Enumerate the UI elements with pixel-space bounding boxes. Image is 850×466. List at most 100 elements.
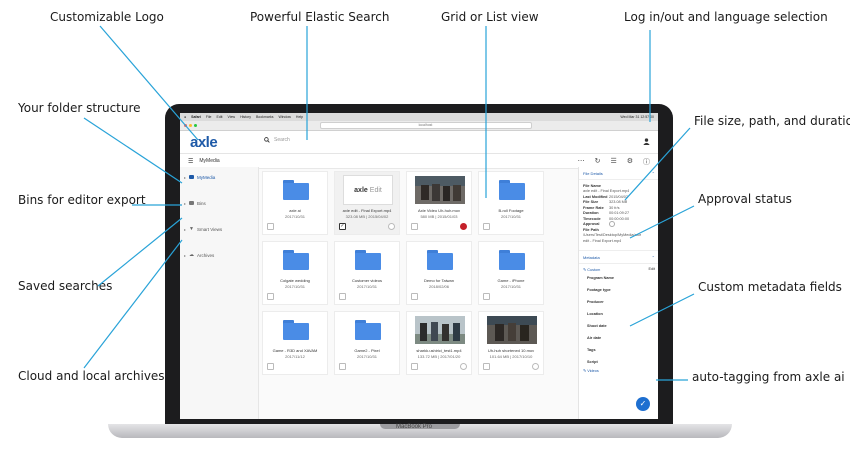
select-checkbox[interactable]: ✓ bbox=[339, 223, 346, 230]
tile-meta: 2017/10/31 bbox=[356, 284, 378, 289]
approval-status-icon[interactable] bbox=[532, 363, 539, 370]
callout-grid-list: Grid or List view bbox=[441, 10, 539, 24]
grid-tile[interactable]: axle Edit axle edit - Final Export.mp4 32… bbox=[334, 171, 400, 235]
grid-tile[interactable]: Customer videos 2017/10/31 bbox=[334, 241, 400, 305]
mac-menu-bar: ● Safari File Edit View History Bookmark… bbox=[180, 113, 658, 121]
grid-tile[interactable]: B-roll Footage 2017/10/31 bbox=[478, 171, 544, 235]
metadata-field[interactable]: Shoot date bbox=[579, 320, 658, 332]
address-bar[interactable]: localhost bbox=[319, 122, 532, 129]
tile-meta: 2017/10/31 bbox=[284, 284, 306, 289]
grid-tile[interactable]: axle ai 2017/10/31 bbox=[262, 171, 328, 235]
menu-view[interactable]: View bbox=[228, 115, 236, 119]
menu-window[interactable]: Window bbox=[278, 115, 290, 119]
select-checkbox[interactable] bbox=[483, 363, 490, 370]
chevron-up-icon[interactable]: ⌃ bbox=[652, 255, 655, 260]
grid-tile[interactable]: Game2 - Pixel 2017/10/31 bbox=[334, 311, 400, 375]
approval-status-icon[interactable] bbox=[460, 223, 467, 230]
chevron-right-icon[interactable]: ▸ bbox=[184, 175, 186, 180]
auto-tag-button[interactable]: ✓ bbox=[636, 397, 650, 411]
video-thumbnail: axle Edit bbox=[343, 175, 393, 205]
grid-tile[interactable]: Uh-huh shortened 10.mov 101.64 MB | 2017… bbox=[478, 311, 544, 375]
settings-gear-icon[interactable]: ⚙ bbox=[627, 157, 633, 167]
toolbar-actions: ⋯ ↻ ☰ ⚙ ⓘ bbox=[578, 157, 650, 167]
pencil-icon: ✎ bbox=[583, 369, 587, 374]
sidebar-item-bins[interactable]: ▸ Bins bbox=[180, 199, 258, 207]
select-checkbox[interactable] bbox=[339, 363, 346, 370]
callout-approval: Approval status bbox=[698, 192, 792, 206]
thumb-subtext: Edit bbox=[369, 186, 382, 194]
zoom-window-icon[interactable] bbox=[194, 124, 197, 127]
metadata-field[interactable]: Producer bbox=[579, 296, 658, 308]
metadata-field[interactable]: Location bbox=[579, 308, 658, 320]
breadcrumb[interactable]: MyMedia bbox=[199, 158, 219, 164]
select-checkbox[interactable] bbox=[339, 293, 346, 300]
sidebar-item-archives[interactable]: ▸ ☁ Archives bbox=[180, 251, 258, 259]
select-checkbox[interactable] bbox=[267, 293, 274, 300]
select-checkbox[interactable] bbox=[483, 223, 490, 230]
tile-meta: 133.72 MB | 2017/01/20 bbox=[417, 354, 461, 359]
close-window-icon[interactable] bbox=[184, 124, 187, 127]
menu-bookmarks[interactable]: Bookmarks bbox=[256, 115, 274, 119]
detail-value: 323.08 MB bbox=[609, 200, 628, 205]
menu-edit[interactable]: Edit bbox=[217, 115, 223, 119]
menu-app-name[interactable]: Safari bbox=[191, 115, 201, 119]
grid-tile[interactable]: Game - iPhone 2017/10/31 bbox=[478, 241, 544, 305]
info-icon[interactable]: ⓘ bbox=[643, 157, 650, 167]
grid-tile[interactable]: sharkk.ushirici_test1.mp4 133.72 MB | 20… bbox=[406, 311, 472, 375]
custom-tab[interactable]: ✎ Custom bbox=[583, 267, 600, 272]
metadata-field[interactable]: Tags bbox=[579, 344, 658, 356]
tile-name: Demo for Taiwan bbox=[424, 278, 454, 283]
list-view-icon[interactable]: ☰ bbox=[610, 157, 616, 167]
select-checkbox[interactable] bbox=[411, 363, 418, 370]
tile-name: Game2 - Pixel bbox=[354, 348, 380, 353]
sidebar-item-label: Archives bbox=[197, 252, 215, 258]
more-options-icon[interactable]: ⋯ bbox=[578, 157, 585, 167]
sidebar-item-smart-views[interactable]: ▸ ▼ Smart Views bbox=[180, 225, 258, 233]
axle-logo[interactable]: axle bbox=[190, 134, 218, 151]
tile-name: Uh-huh shortened 10.mov bbox=[487, 348, 535, 353]
metadata-header[interactable]: Metadata ⌃ bbox=[579, 249, 658, 264]
hamburger-menu-icon[interactable]: ☰ bbox=[188, 158, 193, 165]
minimize-window-icon[interactable] bbox=[189, 124, 192, 127]
folder-icon bbox=[499, 250, 525, 270]
metadata-field[interactable]: Script bbox=[579, 356, 658, 368]
app-screen: ● Safari File Edit View History Bookmark… bbox=[180, 113, 658, 419]
edit-button[interactable]: Edit bbox=[648, 267, 655, 271]
videos-link[interactable]: ✎ Videos bbox=[579, 368, 658, 374]
grid-tile[interactable]: Game - R3D and XAVAM 2017/11/12 bbox=[262, 311, 328, 375]
detail-key: Approval bbox=[583, 222, 600, 227]
sidebar-item-mymedia[interactable]: ▸ MyMedia bbox=[180, 173, 258, 181]
grid-tile[interactable]: Colgate wedding 2017/10/31 bbox=[262, 241, 328, 305]
file-details-header[interactable]: File Details ⌃ bbox=[579, 167, 658, 180]
apple-icon[interactable]: ● bbox=[184, 115, 186, 119]
chevron-up-icon[interactable]: ⌃ bbox=[652, 171, 655, 176]
callout-search: Powerful Elastic Search bbox=[250, 10, 390, 24]
tile-name: Customer videos bbox=[351, 278, 382, 283]
select-checkbox[interactable] bbox=[411, 223, 418, 230]
chevron-right-icon[interactable]: ▸ bbox=[184, 201, 186, 206]
folder-icon bbox=[355, 250, 381, 270]
select-checkbox[interactable] bbox=[411, 293, 418, 300]
chevron-right-icon[interactable]: ▸ bbox=[184, 227, 186, 232]
select-checkbox[interactable] bbox=[267, 363, 274, 370]
approval-status-icon[interactable] bbox=[388, 223, 395, 230]
refresh-icon[interactable]: ↻ bbox=[595, 157, 601, 167]
menu-help[interactable]: Help bbox=[296, 115, 303, 119]
grid-tile[interactable]: Axle Video Uh-huh.mov 580 MB | 2015/01/0… bbox=[406, 171, 472, 235]
tile-meta: 2017/10/31 bbox=[500, 284, 522, 289]
search-input[interactable]: Search bbox=[274, 137, 290, 143]
user-icon[interactable] bbox=[643, 138, 650, 145]
callout-file-info: File size, path, and duration bbox=[694, 114, 850, 128]
select-checkbox[interactable] bbox=[267, 223, 274, 230]
metadata-field[interactable]: Air date bbox=[579, 332, 658, 344]
search-bar[interactable]: Search bbox=[264, 137, 290, 143]
approval-status-icon[interactable] bbox=[460, 363, 467, 370]
metadata-field[interactable]: Program Name bbox=[579, 272, 658, 284]
menu-file[interactable]: File bbox=[206, 115, 212, 119]
chevron-right-icon[interactable]: ▸ bbox=[184, 253, 186, 258]
detail-key: Timecode bbox=[583, 216, 601, 221]
metadata-field[interactable]: Footage type bbox=[579, 284, 658, 296]
grid-tile[interactable]: Demo for Taiwan 2018/02/06 bbox=[406, 241, 472, 305]
select-checkbox[interactable] bbox=[483, 293, 490, 300]
menu-history[interactable]: History bbox=[240, 115, 251, 119]
